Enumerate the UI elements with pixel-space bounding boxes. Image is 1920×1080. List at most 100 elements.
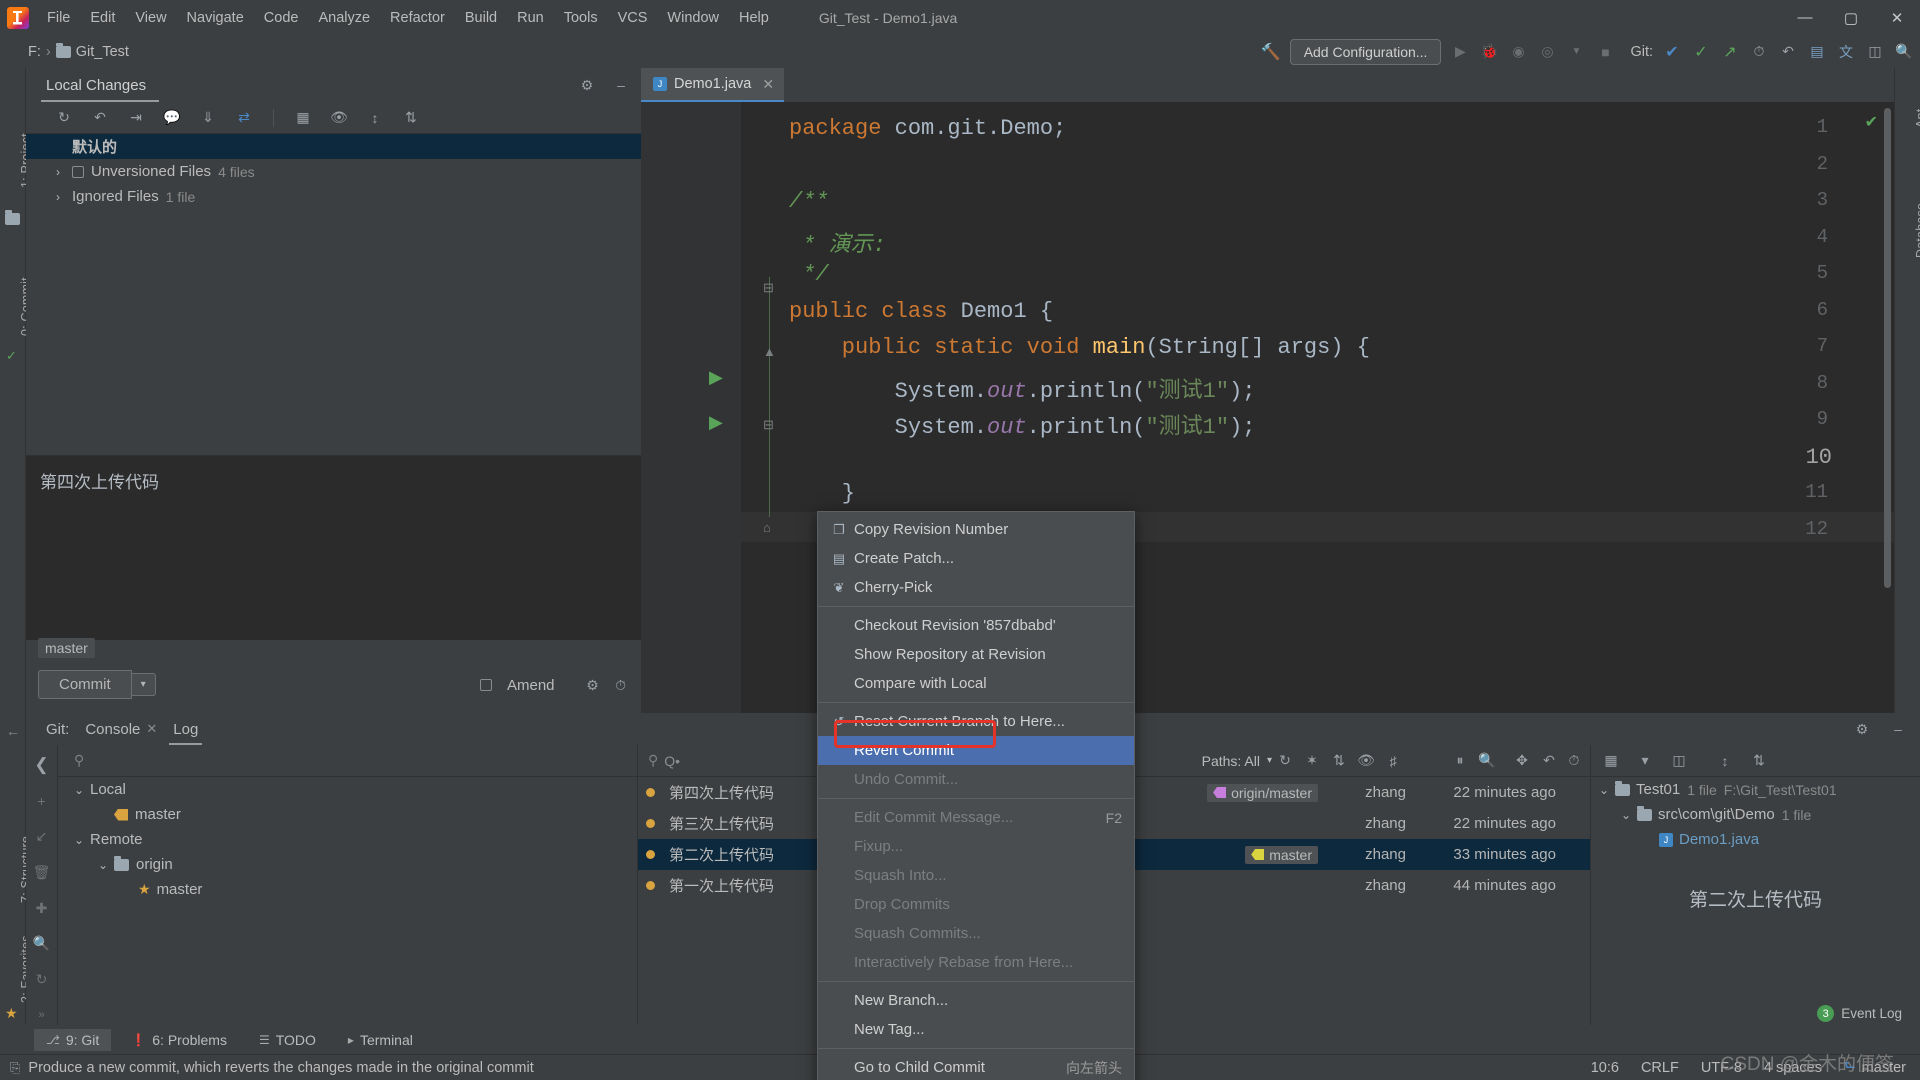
group-by-icon[interactable]: ▦ bbox=[293, 108, 313, 128]
git-commit-icon[interactable]: ✓ bbox=[1691, 42, 1711, 62]
checkout-icon[interactable]: ↙ bbox=[32, 827, 52, 847]
left-tool-strip[interactable]: 1: Project 0: Commit ✓ bbox=[0, 68, 33, 713]
split-view-icon[interactable]: ◫ bbox=[1669, 751, 1689, 771]
more-icon[interactable]: » bbox=[32, 1005, 52, 1025]
close-tab-icon[interactable]: ✕ bbox=[762, 76, 774, 93]
search-icon[interactable]: 🔍 bbox=[1477, 751, 1497, 771]
code-line[interactable]: System.out.println("测试1"); bbox=[789, 372, 1256, 404]
hammer-build-icon[interactable]: 🔨 bbox=[1261, 42, 1281, 62]
chevron-down-icon[interactable]: ▼ bbox=[1566, 42, 1586, 62]
git-update-icon[interactable]: ✔ bbox=[1662, 42, 1682, 62]
shelve-icon[interactable]: ⇓ bbox=[198, 108, 218, 128]
filter-icon[interactable]: ▾ bbox=[1635, 751, 1655, 771]
changelist-row[interactable]: › Ignored Files 1 file bbox=[26, 184, 641, 209]
collapse-all-icon[interactable]: ⇅ bbox=[1749, 751, 1769, 771]
close-console-icon[interactable]: ✕ bbox=[146, 721, 157, 737]
git-push-icon[interactable]: ↗ bbox=[1720, 42, 1740, 62]
menu-item-refactor[interactable]: Refactor bbox=[380, 7, 455, 29]
menu-item-window[interactable]: Window bbox=[657, 7, 729, 29]
hide-panel-icon[interactable]: – bbox=[611, 75, 631, 95]
close-button[interactable]: ✕ bbox=[1874, 0, 1920, 35]
changed-files-tree[interactable]: ⌄ Test01 1 file F:\Git_Test\Test01 ⌄ src\com\… bbox=[1591, 777, 1920, 852]
tab-log[interactable]: Log bbox=[169, 721, 203, 746]
commit-details-panel[interactable]: ▦ ▾ ◫ ↕ ⇅ ⌄ Test01 1 file F:\Git_Test\Test0… bbox=[1590, 745, 1920, 1025]
preview-diff-icon[interactable]: 👁 bbox=[329, 108, 349, 128]
history-icon[interactable]: ⏱ bbox=[1749, 42, 1769, 62]
branch-tree-row[interactable]: ⌄ Remote bbox=[58, 827, 637, 852]
fold-block-icon[interactable]: ⌂ bbox=[763, 520, 771, 535]
code-line[interactable]: System.out.println("测试1"); bbox=[789, 408, 1256, 440]
branch-search-row[interactable]: ⚲ bbox=[58, 745, 637, 777]
tab-console[interactable]: Console ✕ bbox=[85, 721, 157, 738]
menu-item-file[interactable]: File bbox=[37, 7, 80, 29]
row-checkbox[interactable] bbox=[72, 165, 84, 178]
sidebar-item-ant[interactable]: Ant bbox=[1914, 109, 1920, 128]
menu-bar[interactable]: File Edit View Navigate Code Analyze Refactor B… bbox=[37, 7, 779, 29]
undo-icon[interactable]: ↶ bbox=[1539, 751, 1559, 771]
fold-comment-end-icon[interactable]: ▲ bbox=[763, 344, 776, 359]
group-by-icon[interactable]: ▦ bbox=[1601, 751, 1621, 771]
context-menu-item-new-branch[interactable]: New Branch... bbox=[818, 986, 1134, 1015]
translate-icon[interactable]: 文 bbox=[1836, 42, 1856, 62]
menu-item-build[interactable]: Build bbox=[455, 7, 507, 29]
context-menu-item-create-patch[interactable]: ▤ Create Patch... bbox=[818, 544, 1134, 573]
code-line[interactable]: */ bbox=[789, 262, 828, 287]
chevron-down-icon[interactable]: ⌄ bbox=[74, 783, 90, 797]
search-icon[interactable]: 🔍 bbox=[32, 934, 52, 954]
chevron-down-icon[interactable]: ▾ bbox=[1267, 755, 1272, 766]
expand-all-icon[interactable]: ↕ bbox=[365, 108, 385, 128]
amend-checkbox[interactable] bbox=[480, 679, 492, 691]
add-configuration-button[interactable]: Add Configuration... bbox=[1289, 38, 1442, 65]
context-menu-item-revert-commit[interactable]: Revert Commit bbox=[818, 736, 1134, 765]
git-log-side-toolbar[interactable]: ❮ + ↙ 🗑 ✚ 🔍 ↻ » bbox=[26, 745, 58, 1025]
code-line[interactable]: * 演示: bbox=[789, 226, 886, 258]
move-to-changelist-icon[interactable]: ⇥ bbox=[126, 108, 146, 128]
right-tool-strip[interactable]: Ant Database bbox=[1894, 68, 1920, 713]
commit-message-field[interactable]: 第四次上传代码 bbox=[26, 455, 641, 640]
refresh-icon[interactable]: ↻ bbox=[1275, 751, 1295, 771]
code-line[interactable]: } bbox=[789, 481, 855, 506]
changelist-tree[interactable]: 默认的 › Unversioned Files 4 files › Ignored Fil… bbox=[26, 134, 641, 209]
context-menu-item-go-to-child-commit[interactable]: Go to Child Commit 向左箭头 bbox=[818, 1053, 1134, 1080]
commit-options-dropdown[interactable]: ▾ bbox=[131, 673, 156, 696]
rollback-changes-icon[interactable]: ↶ bbox=[90, 108, 110, 128]
caret-position[interactable]: 10:6 bbox=[1591, 1060, 1619, 1076]
commit-ref-chip[interactable]: master bbox=[1245, 845, 1318, 864]
branch-tree-row[interactable]: ⌄ origin bbox=[58, 852, 637, 877]
context-menu-item-drop-commits[interactable]: Drop Commits bbox=[818, 890, 1134, 919]
line-separator[interactable]: CRLF bbox=[1641, 1060, 1679, 1076]
menu-item-navigate[interactable]: Navigate bbox=[177, 7, 254, 29]
menu-item-run[interactable]: Run bbox=[507, 7, 554, 29]
chevron-down-icon[interactable]: ⌄ bbox=[1621, 808, 1637, 822]
context-menu-item-undo-commit[interactable]: Undo Commit... bbox=[818, 765, 1134, 794]
branch-tree[interactable]: ⌄ Local master ⌄ Remote ⌄ origin ★ master bbox=[58, 777, 637, 902]
local-changes-toolbar[interactable]: ↻ ↶ ⇥ 💬 ⇓ ⇄ ▦ 👁 ↕ ⇅ bbox=[26, 102, 641, 134]
main-toolbar[interactable]: 🔨 Add Configuration... ▶ 🐞 ◉ ◎ ▼ ■ Git: … bbox=[1261, 35, 1914, 68]
context-menu-item-new-tag[interactable]: New Tag... bbox=[818, 1015, 1134, 1044]
tool-window-button-6-problems[interactable]: ❗ 6: Problems bbox=[119, 1029, 239, 1051]
left-tool-strip-bottom[interactable]: ← 7: Structure 2: Favorites ★ bbox=[0, 713, 33, 1025]
menu-item-view[interactable]: View bbox=[125, 7, 176, 29]
code-line[interactable]: /** bbox=[789, 189, 829, 214]
panel-tool-buttons[interactable]: ⚙ – bbox=[577, 75, 631, 95]
breadcrumb-project[interactable]: Git_Test bbox=[76, 44, 129, 60]
commit-button[interactable]: Commit bbox=[38, 670, 132, 699]
chevron-right-icon[interactable]: › bbox=[56, 190, 72, 204]
changed-file-row[interactable]: ⌄ src\com\git\Demo 1 file bbox=[1591, 802, 1920, 827]
chevron-right-icon[interactable]: › bbox=[56, 165, 72, 179]
sort-icon[interactable]: ⇅ bbox=[1329, 751, 1349, 771]
branch-tree-row[interactable]: master bbox=[58, 802, 637, 827]
chevron-down-icon[interactable]: ⌄ bbox=[1599, 783, 1615, 797]
sidebar-item-database[interactable]: Database bbox=[1914, 203, 1920, 258]
collapse-branches-icon[interactable]: ❮ bbox=[32, 755, 52, 775]
commit-history-icon[interactable]: ⏱ bbox=[611, 675, 631, 695]
rollback-icon[interactable]: ↶ bbox=[1778, 42, 1798, 62]
commit-search-input[interactable]: Q• bbox=[664, 753, 680, 769]
context-menu-item-checkout-revision-857dbabd[interactable]: Checkout Revision '857dbabd' bbox=[818, 611, 1134, 640]
tool-window-button-todo[interactable]: ☰ TODO bbox=[247, 1029, 328, 1051]
gear-icon[interactable]: ⚙ bbox=[1852, 719, 1872, 739]
maximize-button[interactable]: ▢ bbox=[1828, 0, 1874, 35]
code-line[interactable]: public class Demo1 { bbox=[789, 299, 1053, 324]
chevron-down-icon[interactable]: ⌄ bbox=[74, 833, 90, 847]
cherry-pick-icon[interactable]: ✶ bbox=[1302, 751, 1322, 771]
